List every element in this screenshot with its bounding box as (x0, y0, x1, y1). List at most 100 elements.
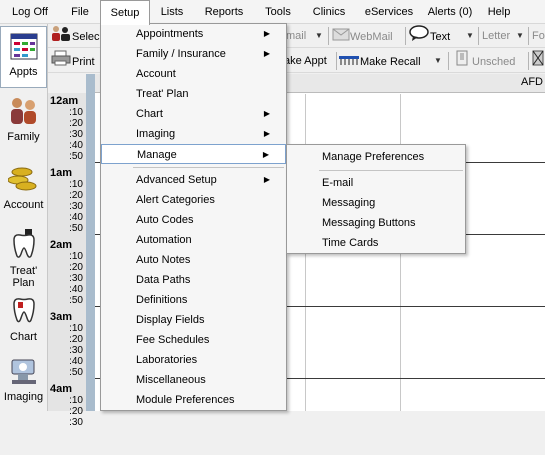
minute-label: :40 (69, 212, 83, 223)
make-recall-label: Make Recall (360, 55, 421, 68)
time-column: 12am:10:20:30:40:50 1am:10:20:30:40:50 2am… (48, 93, 86, 428)
menu-item-label: Automation (136, 234, 192, 246)
setup-item-auto-codes[interactable]: Auto Codes (101, 210, 286, 230)
email-dropdown-arrow[interactable]: ▼ (313, 25, 325, 47)
toolbar-separator (478, 27, 479, 45)
menu-bar: Log Off File Setup Lists Reports Tools C… (0, 0, 545, 25)
minute-label: :10 (69, 251, 83, 262)
print-button[interactable]: Print (50, 50, 102, 72)
provider-label: AFD (521, 76, 543, 88)
menu-item-label: Imaging (136, 128, 176, 140)
make-recall-button[interactable]: Make Recall (338, 50, 446, 72)
menu-setup[interactable]: Setup (100, 0, 150, 25)
menu-file[interactable]: File (62, 0, 98, 24)
recall-dropdown-arrow[interactable]: ▼ (432, 50, 444, 72)
minute-label: :10 (69, 323, 83, 334)
hour-label: 2am (50, 239, 73, 251)
minute-label: :20 (69, 118, 83, 129)
break-appt-button[interactable] (532, 50, 544, 72)
setup-item-chart[interactable]: Chart ▶ (101, 104, 286, 124)
menu-item-label: Alert Categories (136, 194, 215, 206)
hour-block: 3am:10:20:30:40:50 (48, 311, 86, 383)
setup-item-account[interactable]: Account (101, 64, 286, 84)
unscheduled-button[interactable]: Unsched (454, 50, 526, 72)
minute-label: :50 (69, 295, 83, 306)
nav-chart[interactable]: Chart (0, 294, 47, 344)
setup-item-treat-plan[interactable]: Treat' Plan (101, 84, 286, 104)
letter-dropdown-arrow[interactable]: ▼ (514, 25, 526, 47)
menu-clinics[interactable]: Clinics (306, 0, 352, 24)
menu-item-label: Manage (137, 149, 177, 161)
coins-icon (0, 164, 47, 197)
menu-help[interactable]: Help (482, 0, 516, 24)
setup-item-automation[interactable]: Automation (101, 230, 286, 250)
setup-item-manage[interactable]: Manage ▶ (101, 144, 286, 164)
minute-label: :40 (69, 140, 83, 151)
submenu-arrow-icon: ▶ (262, 150, 269, 159)
nav-family-label: Family (7, 131, 40, 143)
setup-item-advanced-setup[interactable]: Advanced Setup ▶ (101, 170, 286, 190)
manage-item-email[interactable]: E-mail (287, 173, 465, 193)
toolbar-separator (448, 52, 449, 70)
setup-item-data-paths[interactable]: Data Paths (101, 270, 286, 290)
nav-family[interactable]: Family (0, 96, 47, 146)
webmail-button[interactable]: WebMail (332, 25, 402, 47)
setup-item-auto-notes[interactable]: Auto Notes (101, 250, 286, 270)
menu-eservices[interactable]: eServices (358, 0, 420, 24)
nav-chart-label: Chart (10, 331, 37, 343)
menu-item-label: Chart (136, 108, 163, 120)
make-appt-button[interactable]: ake Appt (284, 50, 336, 72)
setup-item-appointments[interactable]: Appointments ▶ (101, 24, 286, 44)
email-button[interactable]: mail (286, 25, 312, 47)
tooth-chart-icon (0, 294, 47, 329)
toolbar-separator (528, 27, 529, 45)
menu-alerts[interactable]: Alerts (0) (424, 0, 476, 24)
nav-treat-plan[interactable]: Treat' Plan (0, 228, 47, 290)
forms-button[interactable]: Fo (532, 25, 545, 47)
setup-item-miscellaneous[interactable]: Miscellaneous (101, 370, 286, 390)
manage-item-time-cards[interactable]: Time Cards (287, 233, 465, 253)
setup-item-imaging[interactable]: Imaging ▶ (101, 124, 286, 144)
menu-item-label: Module Preferences (136, 394, 235, 406)
hour-block: 1am:10:20:30:40:50 (48, 167, 86, 239)
minute-label: :10 (69, 395, 83, 406)
text-dropdown-arrow[interactable]: ▼ (464, 25, 476, 47)
menu-item-label: Advanced Setup (136, 174, 217, 186)
webmail-icon (332, 25, 350, 47)
manage-item-messaging-buttons[interactable]: Messaging Buttons (287, 213, 465, 233)
menu-reports[interactable]: Reports (198, 0, 250, 24)
submenu-arrow-icon: ▶ (263, 109, 270, 118)
setup-item-family-insurance[interactable]: Family / Insurance ▶ (101, 44, 286, 64)
nav-account[interactable]: Account (0, 164, 47, 214)
break-icon (532, 50, 544, 72)
nav-imaging-label: Imaging (3, 391, 44, 403)
manage-item-preferences[interactable]: Manage Preferences (287, 147, 465, 167)
minute-label: :30 (69, 273, 83, 284)
setup-item-module-preferences[interactable]: Module Preferences (101, 390, 286, 410)
select-patient-button[interactable]: Selec (50, 25, 102, 47)
text-button[interactable]: Text (408, 25, 464, 47)
setup-item-display-fields[interactable]: Display Fields (101, 310, 286, 330)
menu-item-label: Display Fields (136, 314, 205, 326)
manage-item-messaging[interactable]: Messaging (287, 193, 465, 213)
minute-label: :30 (69, 129, 83, 140)
toolbar-separator (328, 27, 329, 45)
webmail-label: WebMail (350, 30, 393, 43)
setup-item-laboratories[interactable]: Laboratories (101, 350, 286, 370)
setup-item-fee-schedules[interactable]: Fee Schedules (101, 330, 286, 350)
submenu-arrow-icon: ▶ (263, 29, 270, 38)
menu-lists[interactable]: Lists (152, 0, 192, 24)
setup-item-alert-categories[interactable]: Alert Categories (101, 190, 286, 210)
menu-separator (133, 167, 284, 168)
toolbar-separator (528, 52, 529, 70)
menu-item-label: Laboratories (136, 354, 198, 366)
nav-imaging[interactable]: Imaging (0, 356, 47, 408)
nav-appts-label: Appts (9, 66, 38, 78)
nav-appts[interactable]: Appts (0, 26, 47, 88)
setup-item-definitions[interactable]: Definitions (101, 290, 286, 310)
nav-treat-plan-label: Treat' Plan (9, 265, 38, 289)
menu-log-off[interactable]: Log Off (4, 0, 56, 24)
menu-tools[interactable]: Tools (258, 0, 298, 24)
minute-label: :10 (69, 107, 83, 118)
letter-button[interactable]: Letter (482, 25, 516, 47)
